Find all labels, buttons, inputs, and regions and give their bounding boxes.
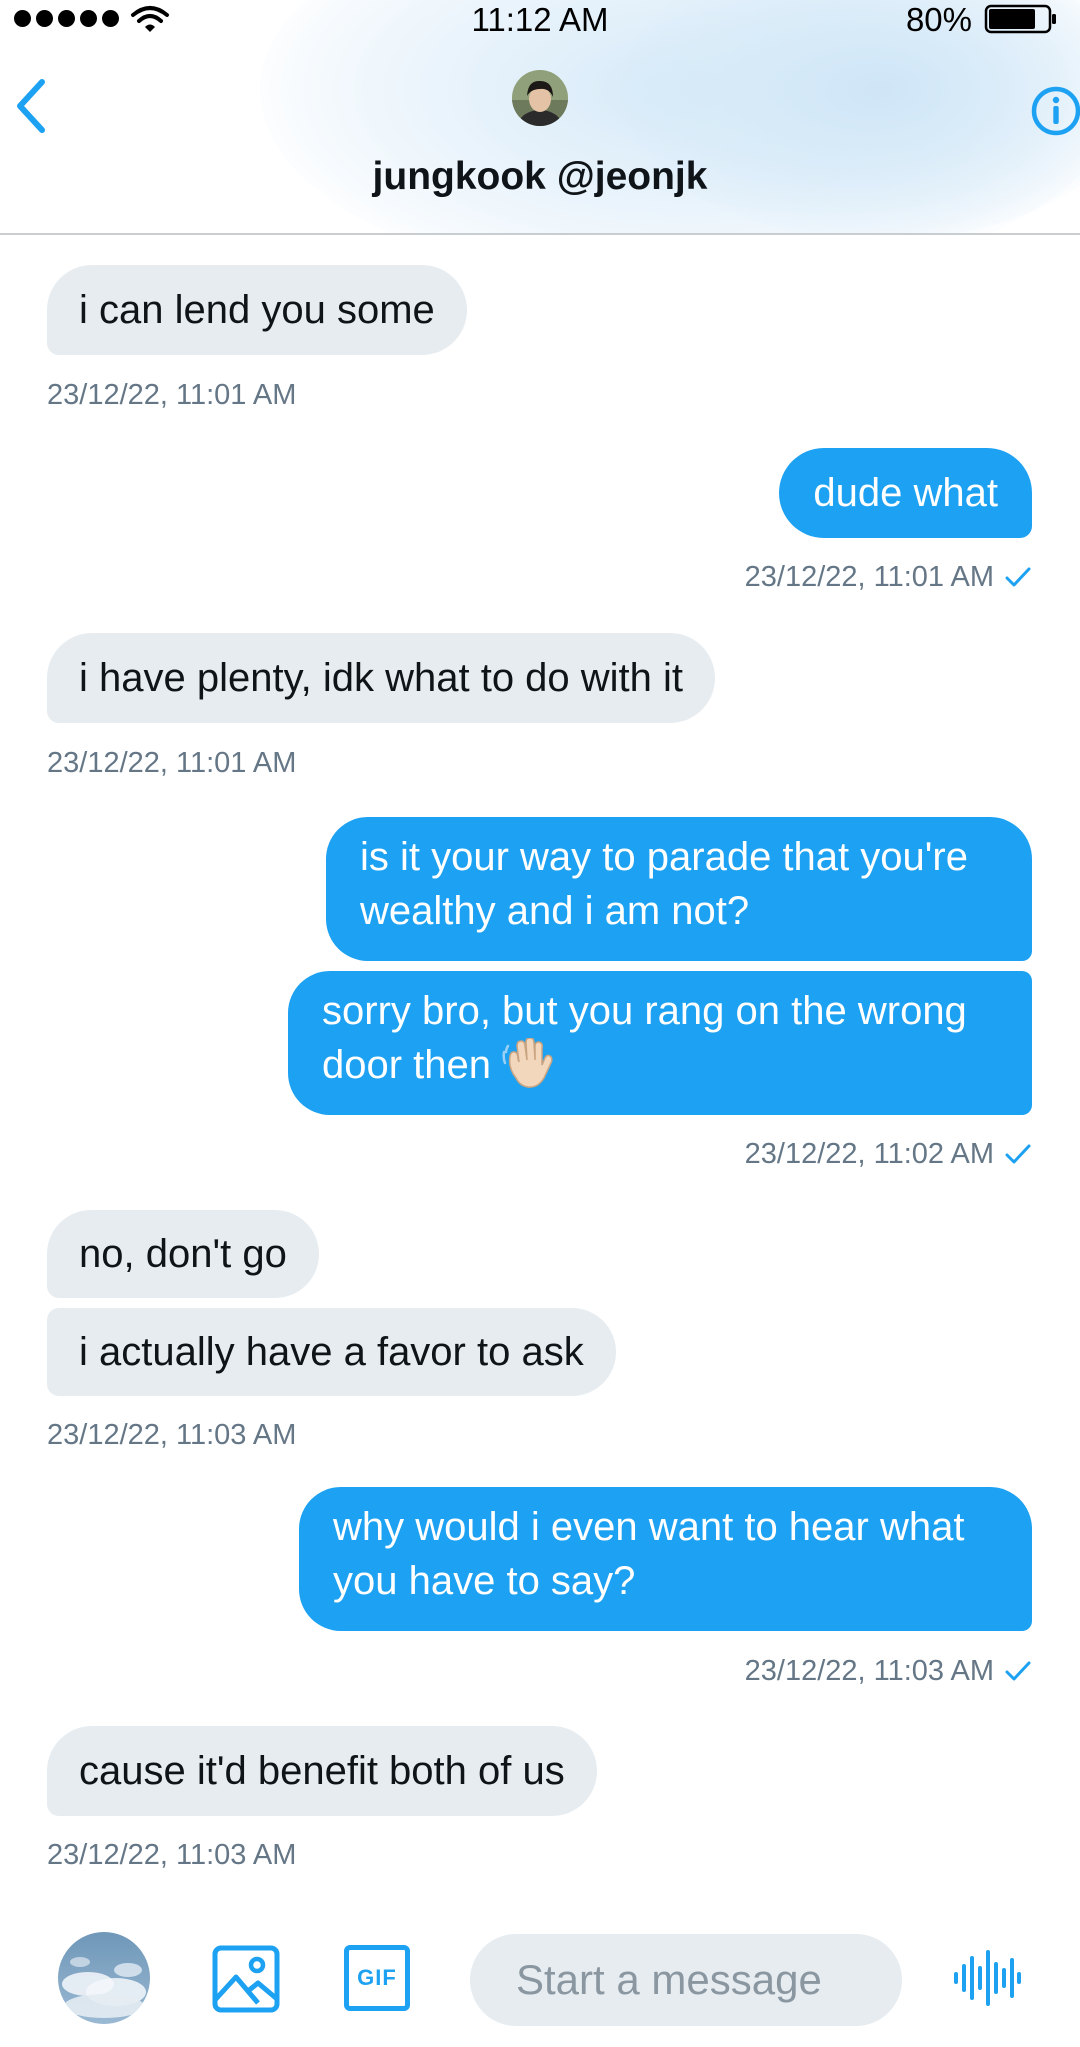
checkmark-icon — [1005, 567, 1031, 587]
message-timestamp: 23/12/22, 11:01 AM — [744, 561, 994, 593]
conversation-header: 11:12 AM 80% jungkook @jeonjk — [0, 0, 1080, 233]
message-timestamp: 23/12/22, 11:01 AM — [47, 747, 297, 779]
message-bubble-outgoing[interactable]: why would i even want to hear what you h… — [299, 1487, 1032, 1631]
message-text: no, don't go — [79, 1232, 287, 1276]
message-list: i can lend you some 23/12/22, 11:01 AM d… — [0, 235, 1080, 1885]
message-text: is it your way to parade that you're wea… — [360, 835, 968, 933]
contact-avatar-image — [512, 70, 568, 126]
message-timestamp-outgoing: 23/12/22, 11:01 AM — [745, 559, 1032, 595]
message-timestamp: 23/12/22, 11:03 AM — [744, 1655, 994, 1687]
message-timestamp: 23/12/22, 11:03 AM — [47, 1839, 297, 1871]
battery-icon — [984, 4, 1056, 34]
message-bubble-incoming[interactable]: cause it'd benefit both of us — [47, 1726, 597, 1816]
message-text: why would i even want to hear what you h… — [333, 1505, 965, 1603]
message-bubble-outgoing[interactable]: sorry bro, but you rang on the wrong doo… — [288, 971, 1032, 1115]
message-bubble-incoming[interactable]: i actually have a favor to ask — [47, 1308, 616, 1396]
message-text: cause it'd benefit both of us — [79, 1749, 565, 1793]
gif-button[interactable]: GIF — [344, 1945, 410, 2011]
image-icon[interactable] — [212, 1945, 280, 2013]
avatar[interactable] — [512, 70, 568, 126]
info-circle-icon[interactable] — [1024, 83, 1080, 139]
message-bubble-outgoing[interactable]: dude what — [779, 448, 1032, 538]
message-timestamp-outgoing: 23/12/22, 11:02 AM — [745, 1136, 1032, 1172]
message-text: i can lend you some — [79, 288, 435, 332]
message-timestamp: 23/12/22, 11:03 AM — [47, 1419, 297, 1451]
checkmark-icon — [1005, 1144, 1031, 1164]
message-timestamp-outgoing: 23/12/22, 11:03 AM — [745, 1653, 1032, 1689]
message-timestamp: 23/12/22, 11:01 AM — [47, 379, 297, 411]
gif-label: GIF — [357, 1965, 397, 1990]
message-bubble-incoming[interactable]: i have plenty, idk what to do with it — [47, 633, 716, 723]
message-bubble-incoming[interactable]: i can lend you some — [47, 265, 467, 355]
message-bubble-outgoing[interactable]: is it your way to parade that you're wea… — [326, 817, 1032, 961]
message-timestamp: 23/12/22, 11:02 AM — [744, 1138, 994, 1170]
message-text: i actually have a favor to ask — [79, 1330, 584, 1374]
avatar[interactable] — [58, 1932, 150, 2024]
checkmark-icon — [1005, 1661, 1031, 1681]
message-text: i have plenty, idk what to do with it — [79, 656, 684, 700]
waving-hand-emoji — [502, 1038, 553, 1088]
battery-percentage: 80% — [905, 1, 972, 38]
message-text: dude what — [813, 471, 998, 515]
message-bubble-incoming[interactable]: no, don't go — [47, 1210, 319, 1298]
message-composer: GIF — [0, 1890, 1080, 2047]
message-text: sorry bro, but you rang on the wrong doo… — [322, 989, 967, 1087]
conversation-title[interactable]: jungkook @jeonjk — [0, 152, 1080, 202]
voice-waveform-icon[interactable] — [952, 1948, 1022, 2008]
message-input[interactable] — [470, 1934, 902, 2026]
chevron-left-icon[interactable] — [10, 78, 50, 134]
status-bar: 11:12 AM 80% — [0, 0, 1080, 40]
user-avatar-image — [58, 1932, 150, 2024]
